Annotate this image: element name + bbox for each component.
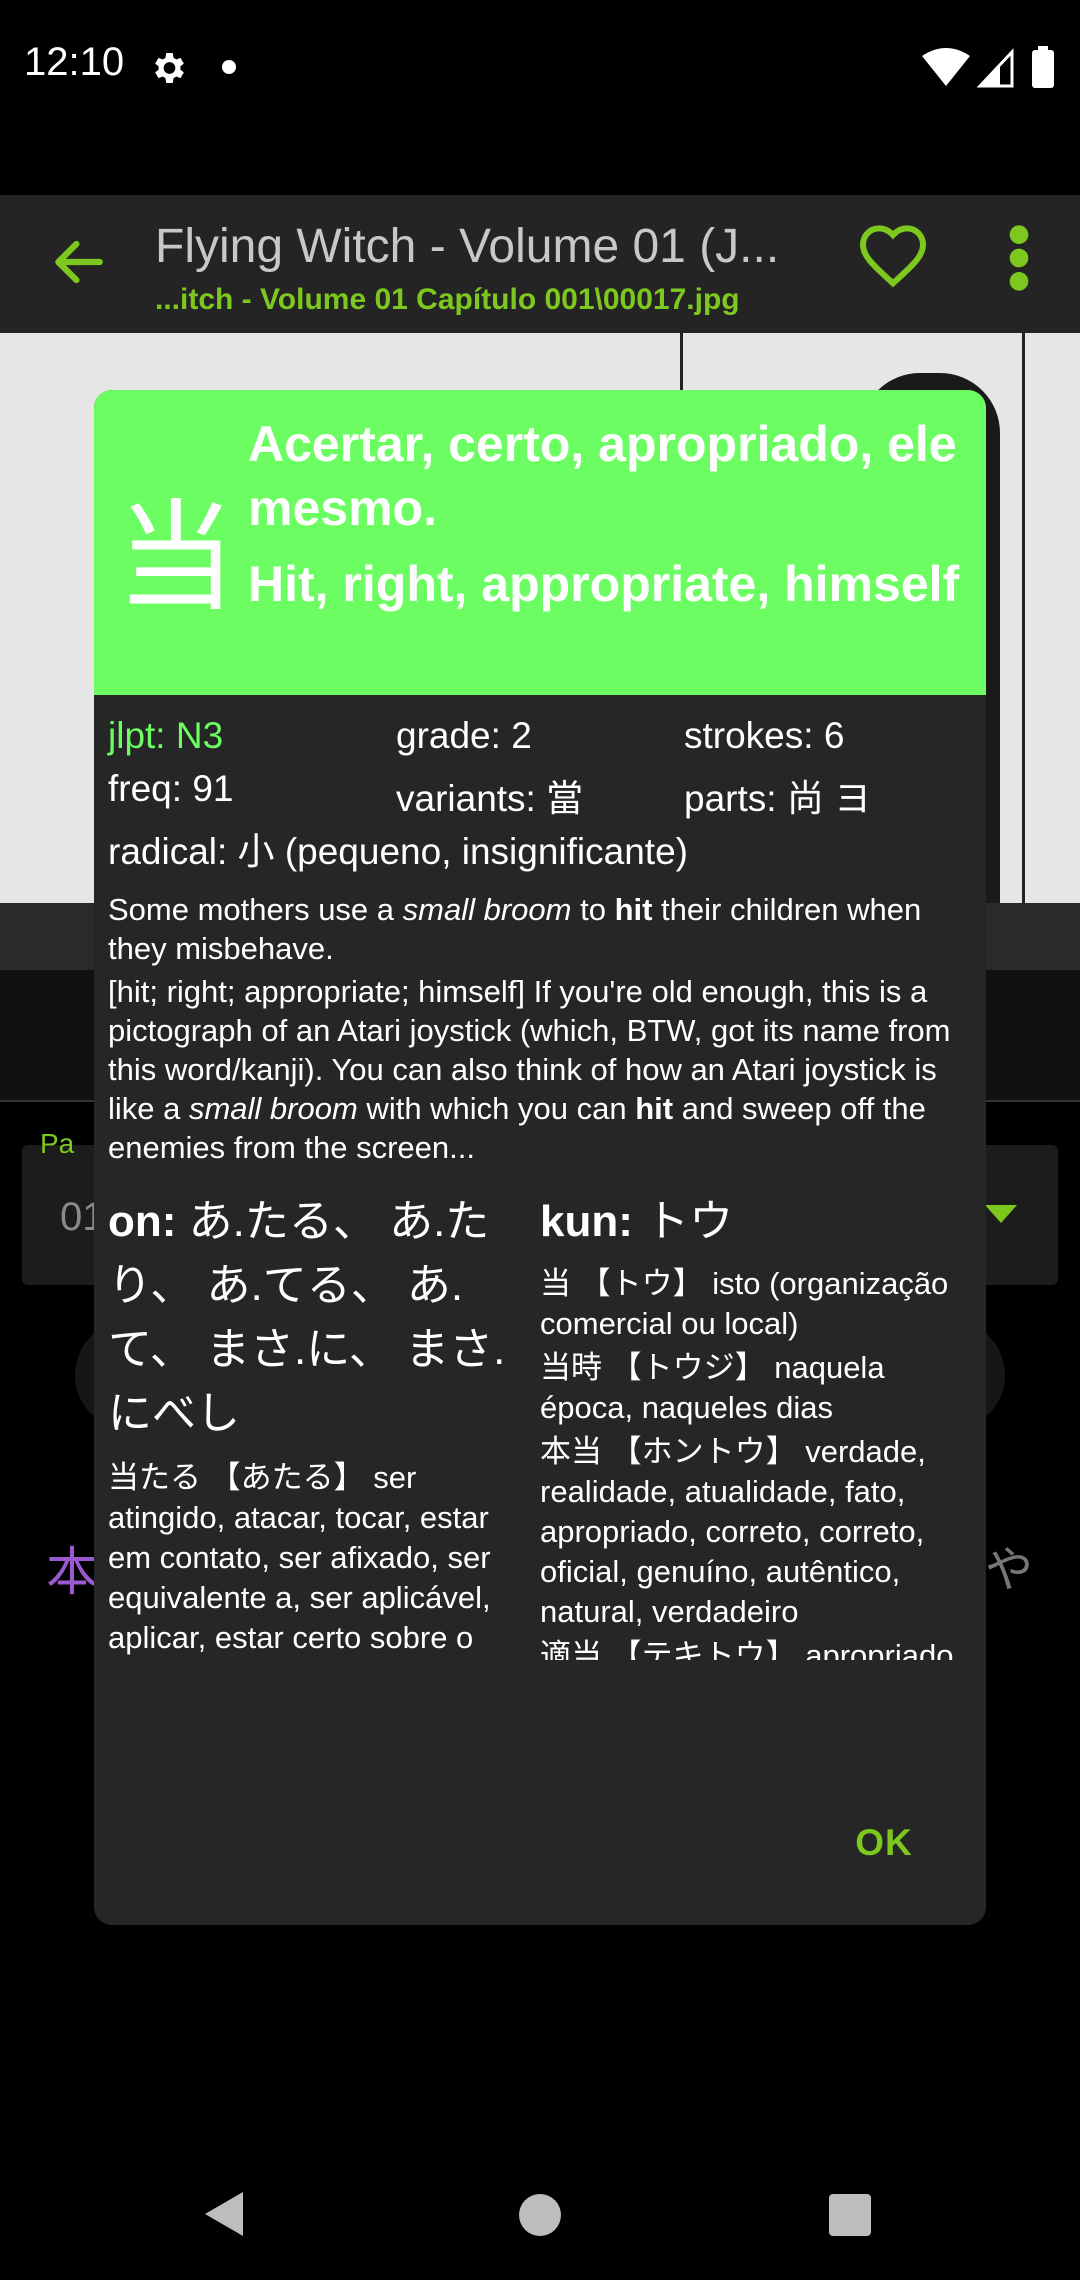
ok-button[interactable]: OK [829, 1808, 939, 1878]
gear-icon [155, 53, 184, 83]
background-kana: や [985, 1544, 1034, 1597]
vocab-item: 本当 【ホントウ】 verdade, realidade, atualidade… [540, 1434, 926, 1629]
dialog-header: 当 Acertar, certo, apropriado, ele mesmo.… [94, 390, 986, 695]
kun-vocab-list: 当 【トウ】 isto (organização comercial ou lo… [540, 1264, 980, 1660]
status-time: 12:10 [24, 40, 125, 84]
favorite-heart-icon[interactable] [853, 215, 933, 295]
battery-icon [1032, 50, 1054, 88]
vocab-item: 当たる 【あたる】 ser atingido, atacar, tocar, e… [108, 1460, 491, 1655]
back-arrow-icon[interactable] [48, 231, 110, 293]
home-circle-icon[interactable] [519, 2194, 561, 2236]
page-field-label: Pa [40, 1128, 75, 1159]
page-title: Flying Witch - Volume 01 (J... [155, 220, 780, 273]
back-triangle-icon[interactable] [205, 2192, 243, 2236]
meaning-portuguese: Acertar, certo, apropriado, ele mesmo. [248, 416, 957, 536]
strokes: strokes: 6 [684, 715, 845, 756]
wifi-icon [922, 48, 970, 86]
frequency: freq: 91 [108, 768, 234, 809]
notification-dot-icon [222, 60, 236, 74]
mnemonic-text: Some mothers use a small broom to hit th… [108, 890, 978, 1171]
vocab-item: 当時 【トウジ】 naquela época, naqueles dias [540, 1350, 885, 1425]
info-row: jlpt: N3 grade: 2 strokes: 6 [108, 715, 978, 767]
info-row: freq: 91 variants: 當 parts: 尚 ヨ [108, 768, 978, 820]
on-readings: on: あ.たる、 あ.たり、 あ.てる、 あ.て、 まさ.に、 まさ.にべし [108, 1197, 506, 1438]
parts: parts: 尚 ヨ [684, 778, 872, 819]
recents-square-icon[interactable] [829, 2194, 871, 2236]
kanji-character: 当 [116, 489, 236, 628]
on-readings-column[interactable]: on: あ.たる、 あ.たり、 あ.てる、 あ.て、 まさ.に、 まさ.にべし … [108, 1190, 528, 1660]
background-kanji: 本 [46, 1544, 99, 1602]
app-bar: Flying Witch - Volume 01 (J... ...itch -… [0, 195, 1080, 333]
info-row: radical: 小 (pequeno, insignificante) [108, 821, 978, 873]
variants: variants: 當 [396, 778, 584, 819]
on-vocab-list: 当たる 【あたる】 ser atingido, atacar, tocar, e… [108, 1458, 528, 1660]
screen: 12:10 Flying Witch - Volume 01 (J... ...… [0, 0, 1080, 2280]
kanji-dialog: 当 Acertar, certo, apropriado, ele mesmo.… [94, 390, 986, 1925]
kun-readings-column[interactable]: kun: トウ 当 【トウ】 isto (organização comerci… [540, 1190, 980, 1660]
mnemonic-paragraph: Some mothers use a small broom to hit th… [108, 892, 922, 966]
jlpt-level: jlpt: N3 [108, 715, 224, 756]
kun-readings: kun: トウ [540, 1197, 734, 1246]
vocab-item: 当 【トウ】 isto (organização comercial ou lo… [540, 1266, 949, 1341]
grade: grade: 2 [396, 715, 532, 756]
vocab-item: 適当 【テキトウ】 apropriado, apropriado, [540, 1638, 963, 1660]
panel-border [1022, 333, 1025, 903]
page-subtitle: ...itch - Volume 01 Capítulo 001\00017.j… [155, 283, 740, 316]
status-icons [922, 46, 1054, 88]
meaning-english: Hit, right, appropriate, himself [248, 556, 960, 612]
dropdown-arrow-icon[interactable] [985, 1205, 1017, 1223]
status-bar: 12:10 [0, 0, 1080, 135]
more-vert-icon[interactable] [1006, 223, 1032, 293]
radical: radical: 小 (pequeno, insignificante) [108, 831, 688, 872]
mnemonic-paragraph: [hit; right; appropriate; himself] If yo… [108, 974, 951, 1165]
